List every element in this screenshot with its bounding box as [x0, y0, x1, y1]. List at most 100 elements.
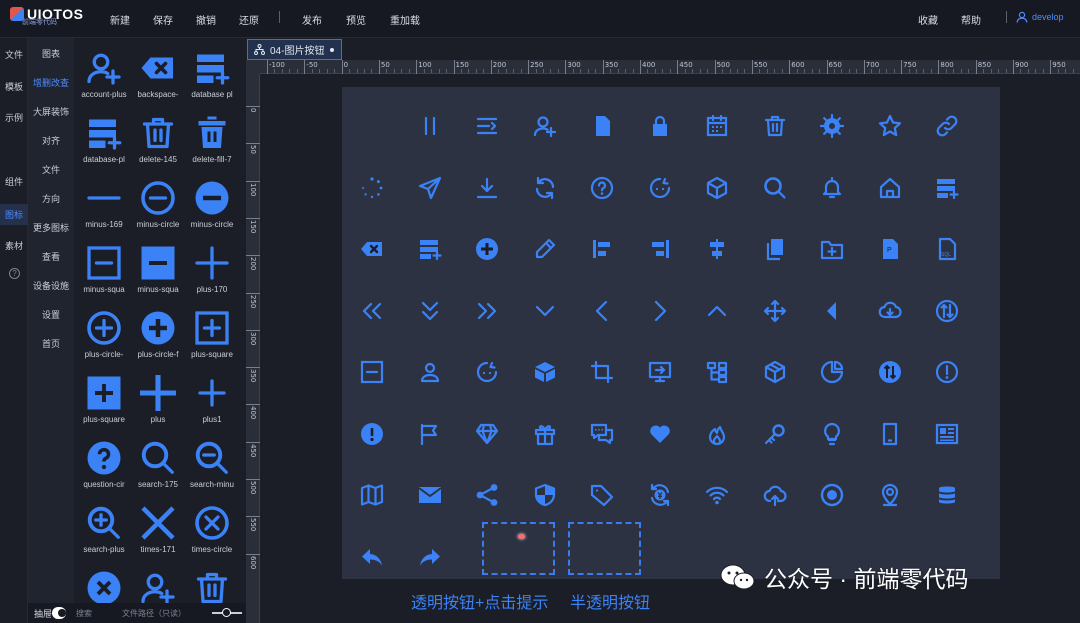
canvas-icon-button[interactable] [702, 357, 732, 387]
canvas-icon-button[interactable] [415, 173, 445, 203]
icon-list-item[interactable] [130, 570, 186, 603]
rail-item-icon[interactable]: 图标 [0, 204, 28, 225]
icon-list-item[interactable]: minus-squa [130, 245, 186, 309]
canvas-icon-button[interactable] [875, 111, 905, 141]
menu-preview[interactable]: 预览 [346, 12, 366, 27]
canvas-icon-button[interactable] [472, 173, 502, 203]
icon-list-item[interactable]: minus-circle [184, 180, 240, 244]
canvas-icon-button[interactable] [472, 419, 502, 449]
canvas-icon-button[interactable] [760, 296, 790, 326]
canvas-icon-button[interactable] [645, 234, 675, 264]
canvas-icon-button[interactable] [415, 234, 445, 264]
category-item[interactable]: 方向 [28, 192, 74, 205]
rail-item-template[interactable]: 模板 [0, 80, 28, 93]
canvas-icon-button[interactable] [817, 419, 847, 449]
user-menu[interactable]: develop [1016, 11, 1064, 23]
canvas-icon-button[interactable] [817, 296, 847, 326]
canvas-icon-button[interactable] [702, 173, 732, 203]
category-item[interactable]: 图表 [28, 47, 74, 60]
canvas-icon-button[interactable] [415, 480, 445, 510]
canvas-icon-button[interactable] [415, 419, 445, 449]
menu-undo[interactable]: 撤销 [196, 12, 216, 27]
canvas-icon-button[interactable] [932, 419, 962, 449]
canvas-icon-button[interactable] [875, 296, 905, 326]
menu-save[interactable]: 保存 [153, 12, 173, 27]
rail-item-material[interactable]: 素材 [0, 239, 28, 252]
tab-editor-file[interactable]: 04-图片按钮 [247, 39, 342, 60]
canvas-icon-button[interactable] [760, 357, 790, 387]
canvas-icon-button[interactable]: SQL [932, 234, 962, 264]
category-item[interactable]: 文件 [28, 163, 74, 176]
canvas-icon-button[interactable] [702, 480, 732, 510]
menu-publish[interactable]: 发布 [302, 12, 322, 27]
canvas-icon-button[interactable] [530, 111, 560, 141]
icon-list-item[interactable]: search-175 [130, 440, 186, 504]
icon-list-item[interactable]: minus-169 [76, 180, 132, 244]
canvas-icon-button[interactable] [530, 480, 560, 510]
canvas-icon-button[interactable] [932, 357, 962, 387]
icon-list-item[interactable]: plus [130, 375, 186, 439]
canvas-icon-button[interactable] [760, 419, 790, 449]
canvas-icon-button[interactable] [760, 111, 790, 141]
canvas-icon-button[interactable] [875, 480, 905, 510]
canvas-icon-button[interactable] [587, 234, 617, 264]
canvas-icon-button[interactable] [415, 357, 445, 387]
canvas-icon-button[interactable] [645, 296, 675, 326]
icon-list-item[interactable] [76, 570, 132, 603]
icon-list-item[interactable]: times-171 [130, 505, 186, 569]
category-item[interactable]: 大屏装饰 [28, 105, 74, 118]
canvas-icon-button[interactable] [645, 357, 675, 387]
icon-list-item[interactable]: search-minu [184, 440, 240, 504]
help-icon[interactable]: ? [9, 268, 20, 279]
icon-list-item[interactable]: question-cir [76, 440, 132, 504]
canvas-icon-button[interactable] [357, 357, 387, 387]
canvas-icon-button[interactable] [357, 296, 387, 326]
icon-list-item[interactable]: plus-circle- [76, 310, 132, 374]
canvas-icon-button[interactable] [817, 111, 847, 141]
icon-list-item[interactable]: plus1 [184, 375, 240, 439]
icon-list-item[interactable]: plus-circle-f [130, 310, 186, 374]
canvas-icon-button[interactable] [875, 419, 905, 449]
canvas-icon-button[interactable] [357, 234, 387, 264]
icon-list-item[interactable]: database-pl [76, 115, 132, 179]
category-item[interactable]: 设置 [28, 308, 74, 321]
icon-list-item[interactable]: database pl [184, 50, 240, 114]
canvas-icon-button[interactable] [760, 173, 790, 203]
canvas-icon-button[interactable]: P [875, 234, 905, 264]
canvas-icon-button[interactable] [932, 480, 962, 510]
canvas-icon-button[interactable] [357, 419, 387, 449]
canvas-icon-button[interactable] [932, 111, 962, 141]
canvas-icon-button[interactable] [357, 542, 387, 572]
canvas-icon-button[interactable] [415, 542, 445, 572]
icon-list-item[interactable]: delete-145 [130, 115, 186, 179]
category-item[interactable]: 对齐 [28, 134, 74, 147]
rail-item-component[interactable]: 组件 [0, 175, 28, 188]
canvas-icon-button[interactable] [932, 296, 962, 326]
rail-item-example[interactable]: 示例 [0, 111, 28, 124]
icon-list-item[interactable]: account-plus [76, 50, 132, 114]
menu-help[interactable]: 帮助 [961, 12, 981, 27]
canvas-icon-button[interactable] [415, 111, 445, 141]
canvas-icon-button[interactable] [472, 234, 502, 264]
canvas-icon-button[interactable] [472, 111, 502, 141]
canvas-icon-button[interactable] [760, 234, 790, 264]
icon-list-item[interactable]: plus-170 [184, 245, 240, 309]
canvas-icon-button[interactable] [530, 419, 560, 449]
icon-list-item[interactable]: search-plus [76, 505, 132, 569]
canvas-icon-button[interactable] [587, 173, 617, 203]
menu-reload[interactable]: 重加载 [390, 12, 420, 27]
menu-favorites[interactable]: 收藏 [918, 12, 938, 27]
icon-list-item[interactable]: minus-squa [76, 245, 132, 309]
category-item[interactable]: 首页 [28, 337, 74, 350]
icon-list-item[interactable] [184, 570, 240, 603]
category-item[interactable]: 查看 [28, 250, 74, 263]
rail-item-file[interactable]: 文件 [0, 48, 28, 61]
search-input[interactable]: 搜索 [76, 608, 92, 619]
canvas-icon-button[interactable] [645, 173, 675, 203]
canvas-icon-button[interactable] [702, 234, 732, 264]
canvas-icon-button[interactable] [817, 357, 847, 387]
canvas-icon-button[interactable] [932, 173, 962, 203]
design-canvas[interactable]: P SQL [342, 87, 1000, 579]
canvas-icon-button[interactable] [587, 111, 617, 141]
canvas-icon-button[interactable] [702, 419, 732, 449]
